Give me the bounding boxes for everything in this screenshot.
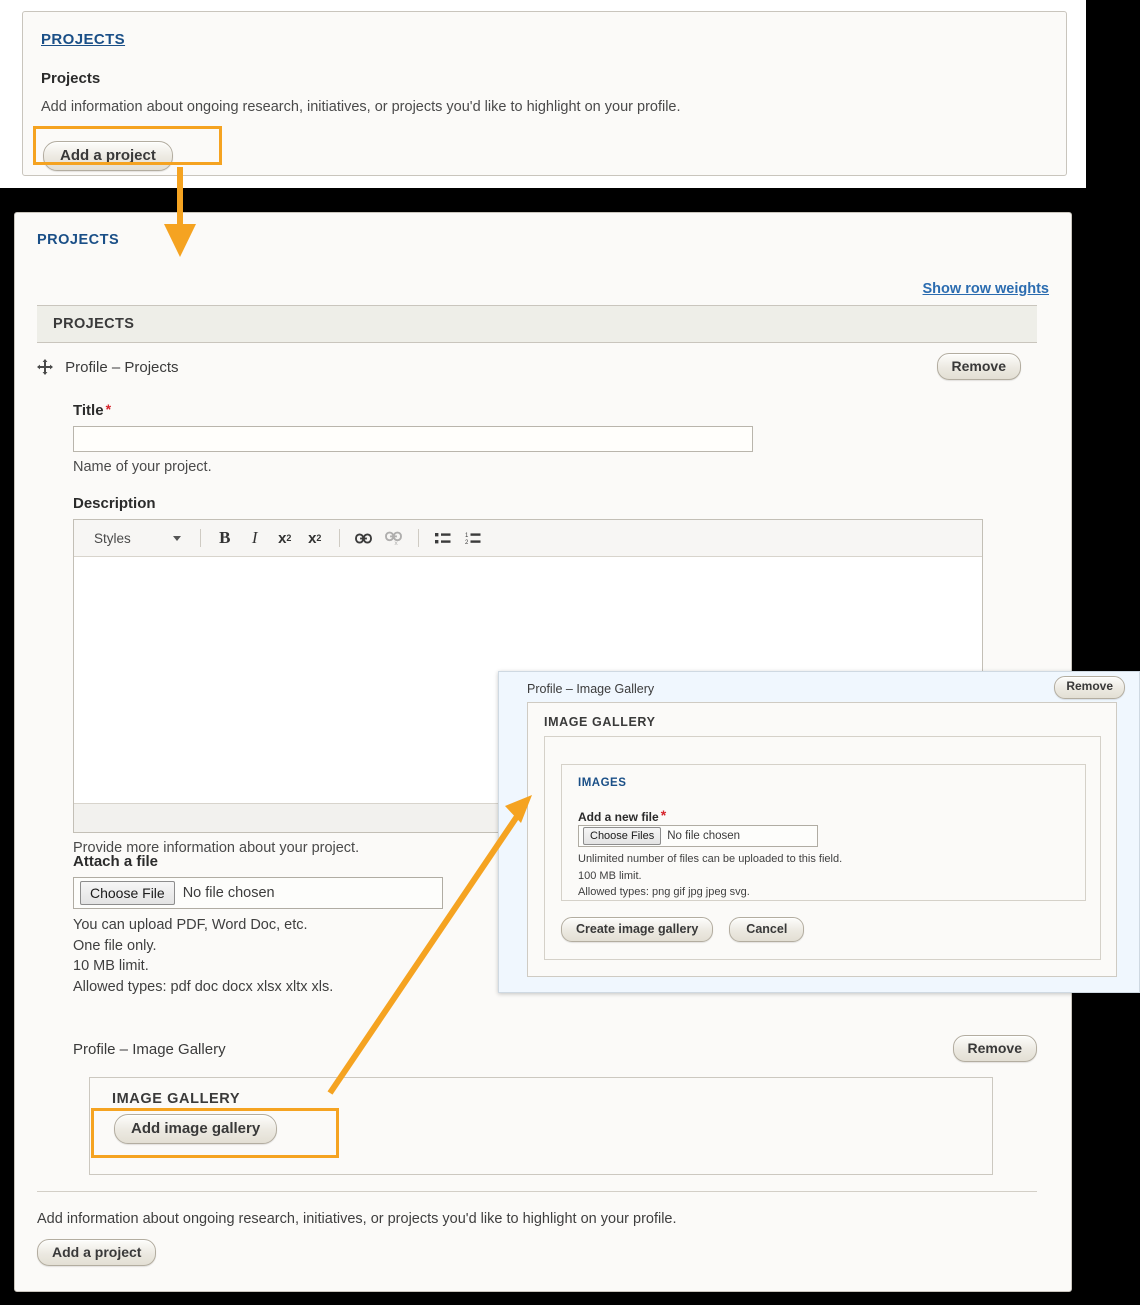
add-project-button-bottom[interactable]: Add a project <box>37 1239 156 1266</box>
popup-action-buttons: Create image gallery Cancel <box>561 917 804 942</box>
bottom-divider <box>37 1191 1037 1192</box>
projects-table-header: PROJECTS <box>37 305 1037 343</box>
toolbar-separator <box>418 529 419 547</box>
remove-image-gallery-button[interactable]: Remove <box>953 1035 1037 1062</box>
popup-images-box: IMAGES Add a new file* Choose Files No f… <box>561 764 1086 901</box>
image-gallery-row: Profile – Image Gallery Remove IMAGE GAL… <box>73 1041 1037 1058</box>
drag-cross-icon[interactable] <box>37 359 53 375</box>
svg-text:2: 2 <box>465 540 469 545</box>
add-image-gallery-button[interactable]: Add image gallery <box>114 1114 277 1144</box>
projects-section-link[interactable]: PROJECTS <box>41 31 125 48</box>
title-input[interactable] <box>73 426 753 452</box>
popup-add-file-label: Add a new file* <box>578 807 666 824</box>
popup-help-line: Unlimited number of files can be uploade… <box>578 851 842 868</box>
bold-icon[interactable]: B <box>212 526 238 550</box>
projects-field-label: Projects <box>41 70 100 87</box>
title-field-group: Title* Name of your project. <box>73 401 753 475</box>
attach-help-line: 10 MB limit. <box>73 956 443 977</box>
main-projects-heading: PROJECTS <box>37 232 119 248</box>
top-projects-panel: PROJECTS Projects Add information about … <box>22 11 1067 176</box>
choose-file-button[interactable]: Choose File <box>80 881 175 905</box>
add-project-button-top[interactable]: Add a project <box>43 141 173 171</box>
popup-middle-box: IMAGES Add a new file* Choose Files No f… <box>544 736 1101 960</box>
unlink-icon[interactable]: x <box>381 526 407 550</box>
popup-file-status: No file chosen <box>667 830 740 842</box>
title-field-description: Name of your project. <box>73 459 753 475</box>
superscript-icon[interactable]: x2 <box>272 526 298 550</box>
styles-dropdown-label: Styles <box>94 531 131 546</box>
popup-help-line: 100 MB limit. <box>578 868 842 885</box>
projects-table-header-label: PROJECTS <box>53 316 134 332</box>
popup-add-file-label-text: Add a new file <box>578 810 659 824</box>
popup-help-line: Allowed types: png gif jpg jpeg svg. <box>578 884 842 901</box>
attach-help-line: Allowed types: pdf doc docx xlsx xltx xl… <box>73 977 443 998</box>
title-field-label: Title* <box>73 401 753 419</box>
attach-file-group: Attach a file Choose File No file chosen… <box>73 853 443 997</box>
chevron-down-icon <box>173 536 181 541</box>
toolbar-separator <box>339 529 340 547</box>
remove-project-button[interactable]: Remove <box>937 353 1021 380</box>
attach-file-help: You can upload PDF, Word Doc, etc. One f… <box>73 915 443 997</box>
cancel-button[interactable]: Cancel <box>729 917 804 942</box>
svg-text:1: 1 <box>465 533 469 539</box>
show-row-weights-link[interactable]: Show row weights <box>923 281 1049 297</box>
popup-file-help: Unlimited number of files can be uploade… <box>578 851 842 901</box>
toolbar-separator <box>200 529 201 547</box>
popup-required-marker: * <box>661 807 666 823</box>
link-icon[interactable] <box>351 526 377 550</box>
create-image-gallery-button[interactable]: Create image gallery <box>561 917 713 942</box>
projects-help-text: Add information about ongoing research, … <box>41 99 681 115</box>
popup-choose-files-button[interactable]: Choose Files <box>583 827 661 845</box>
popup-remove-button[interactable]: Remove <box>1054 676 1125 699</box>
bottom-help-text: Add information about ongoing research, … <box>37 1211 677 1227</box>
italic-icon[interactable]: I <box>242 526 268 550</box>
popup-outer-box: IMAGE GALLERY IMAGES Add a new file* Cho… <box>527 702 1117 977</box>
image-gallery-inner-box: IMAGE GALLERY Add image gallery <box>89 1077 993 1175</box>
attach-file-input[interactable]: Choose File No file chosen <box>73 877 443 909</box>
styles-dropdown[interactable]: Styles <box>94 531 181 546</box>
project-row-title: Profile – Projects <box>65 359 178 376</box>
description-field-label: Description <box>73 495 983 512</box>
popup-images-heading: IMAGES <box>578 777 626 789</box>
bulleted-list-icon[interactable] <box>430 526 456 550</box>
attach-help-line: One file only. <box>73 936 443 957</box>
image-gallery-popup: Profile – Image Gallery Remove IMAGE GAL… <box>498 671 1140 993</box>
title-required-marker: * <box>106 401 111 417</box>
popup-file-input[interactable]: Choose Files No file chosen <box>578 825 818 847</box>
svg-text:x: x <box>395 540 399 545</box>
image-gallery-inner-title: IMAGE GALLERY <box>112 1091 240 1107</box>
subscript-icon[interactable]: x2 <box>302 526 328 550</box>
title-label-text: Title <box>73 402 104 419</box>
image-gallery-row-label: Profile – Image Gallery <box>73 1041 226 1058</box>
popup-gallery-title: IMAGE GALLERY <box>544 715 656 729</box>
project-row-header: Profile – Projects Remove <box>37 359 1037 376</box>
attach-help-line: You can upload PDF, Word Doc, etc. <box>73 915 443 936</box>
numbered-list-icon[interactable]: 1 2 <box>460 526 486 550</box>
attach-file-label: Attach a file <box>73 853 443 870</box>
popup-row-label: Profile – Image Gallery <box>527 682 654 696</box>
attach-file-status: No file chosen <box>183 885 275 901</box>
editor-toolbar: Styles B I x2 x2 <box>74 520 982 557</box>
